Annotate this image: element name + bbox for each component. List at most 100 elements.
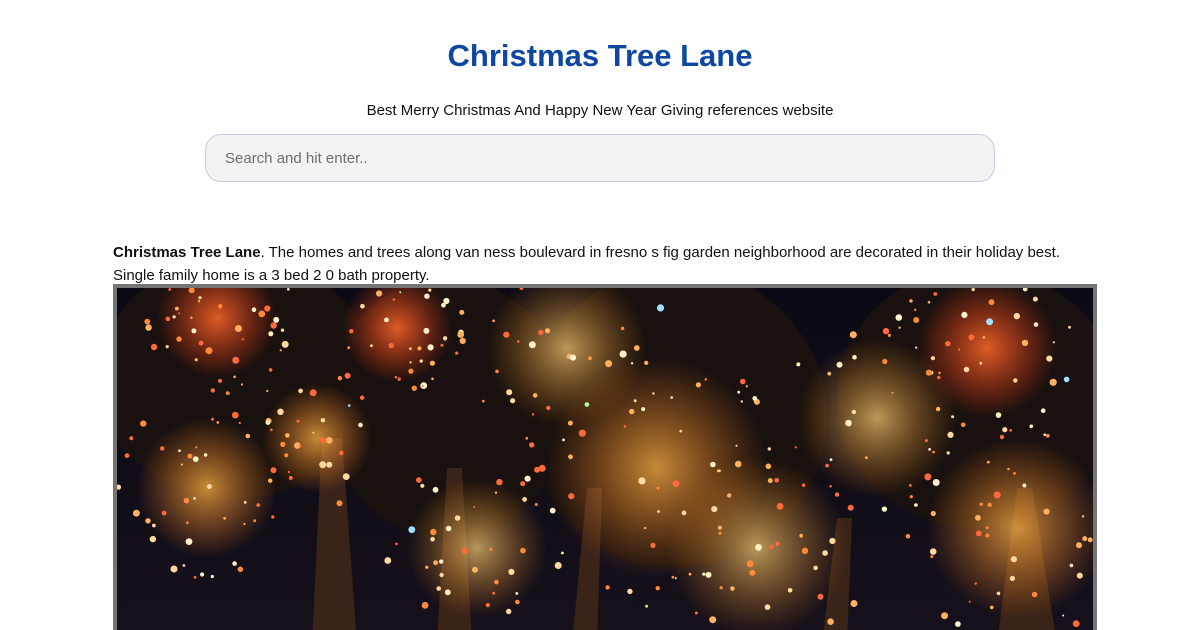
light-bulb [326, 461, 333, 468]
light-bulb [319, 461, 327, 469]
light-bulb [268, 478, 273, 483]
light-bulb [864, 456, 868, 460]
search-input[interactable] [205, 134, 995, 182]
light-bulb [681, 510, 687, 516]
hero-image[interactable] [113, 284, 1097, 630]
light-bulb [1082, 515, 1085, 518]
light-bulb [494, 491, 498, 494]
light-bulb [947, 431, 954, 438]
light-bulb [384, 557, 392, 564]
light-bulb [850, 600, 858, 607]
light-bulb [670, 396, 673, 399]
light-bulb [711, 506, 718, 513]
light-bulb [979, 361, 983, 365]
light-bulb [245, 433, 251, 439]
light-bulb [408, 526, 416, 534]
light-bulb [430, 536, 435, 542]
light-bulb [796, 362, 801, 367]
light-bulb [898, 326, 901, 329]
light-bulb [932, 479, 940, 486]
light-bulb [584, 402, 590, 407]
light-bulb [963, 366, 970, 373]
light-bulb [752, 396, 758, 401]
light-bulb [268, 331, 274, 337]
light-bulb [515, 599, 520, 605]
light-bulb [924, 439, 928, 443]
light-bulb [1062, 614, 1065, 617]
light-bulb [190, 316, 193, 319]
light-bulb [170, 565, 178, 573]
light-bulb [1009, 429, 1013, 432]
light-bulb [342, 473, 350, 480]
light-bulb [913, 317, 920, 323]
light-bulb [882, 327, 890, 335]
light-bulb [656, 486, 660, 490]
light-bulb [929, 548, 937, 555]
light-bulb [265, 420, 271, 425]
light-bulb [180, 463, 183, 466]
light-bulb [336, 500, 343, 507]
light-bulb [281, 340, 289, 348]
light-bulb [851, 409, 857, 415]
light-bulb [794, 446, 797, 449]
light-bulb [461, 547, 468, 555]
light-bulb [532, 393, 538, 398]
light-bulb [210, 574, 214, 579]
light-bulb [270, 428, 273, 432]
light-bulb [425, 565, 429, 569]
light-bulb [568, 454, 573, 460]
light-bulb [216, 421, 220, 424]
light-bulb [408, 347, 412, 351]
light-bulb [237, 566, 244, 573]
light-bulb [776, 503, 784, 510]
light-glow [137, 418, 277, 558]
light-bulb [198, 340, 204, 346]
light-bulb [522, 497, 527, 502]
light-bulb [129, 436, 134, 441]
light-bulb [423, 327, 430, 334]
light-bulb [549, 507, 556, 514]
site-title-link[interactable]: Christmas Tree Lane [0, 36, 1200, 76]
light-bulb [232, 561, 237, 566]
light-bulb [827, 371, 832, 376]
light-bulb [644, 360, 649, 365]
light-bulb [172, 315, 176, 319]
light-bulb [534, 503, 538, 506]
light-bulb [160, 446, 165, 451]
light-bulb [273, 316, 280, 323]
light-bulb [472, 566, 478, 573]
light-bulb [650, 542, 656, 548]
light-bulb [1033, 322, 1039, 327]
light-bulb [710, 461, 716, 468]
light-bulb [506, 389, 513, 396]
light-bulb [279, 349, 282, 352]
light-bulb [960, 422, 966, 428]
light-bulb [968, 334, 975, 341]
light-bulb [149, 535, 157, 543]
light-bulb [124, 453, 130, 458]
light-bulb [979, 502, 983, 506]
article-intro-title: Christmas Tree Lane [113, 244, 261, 261]
light-bulb [492, 319, 495, 323]
light-bulb [165, 316, 171, 322]
light-bulb [287, 288, 290, 291]
light-bulb [176, 336, 182, 342]
page: Christmas Tree Lane Best Merry Christmas… [0, 0, 1200, 630]
light-bulb [905, 534, 911, 539]
light-bulb [440, 343, 444, 347]
light-bulb [397, 377, 401, 381]
light-bulb [827, 618, 834, 625]
light-bulb [915, 346, 918, 349]
light-bulb [737, 390, 741, 394]
light-bulb [198, 296, 202, 300]
christmas-lights-photo [117, 288, 1093, 630]
light-bulb [633, 399, 637, 403]
light-bulb [417, 346, 422, 351]
site-tagline: Best Merry Christmas And Happy New Year … [366, 102, 834, 119]
light-bulb [349, 329, 354, 334]
light-bulb [439, 572, 444, 578]
light-bulb [243, 522, 246, 526]
light-bulb [702, 572, 706, 576]
light-bulb [508, 568, 515, 575]
light-bulb [1013, 378, 1018, 383]
